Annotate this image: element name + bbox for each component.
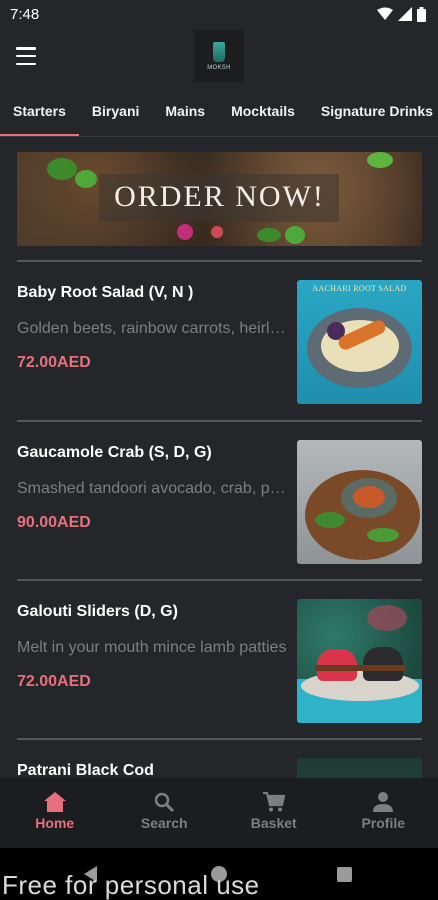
banner-text: ORDER NOW! (114, 180, 325, 213)
search-icon (155, 792, 175, 812)
nav-home[interactable]: Home (0, 778, 110, 848)
battery-icon (417, 6, 426, 22)
app-bar: MOKSH (0, 28, 438, 84)
tab-signature-drinks[interactable]: Signature Drinks (308, 88, 438, 136)
nav-label: Home (35, 815, 75, 831)
tab-starters[interactable]: Starters (0, 88, 79, 136)
tab-mains[interactable]: Mains (152, 88, 218, 136)
hamburger-menu-icon[interactable] (14, 45, 38, 67)
home-icon (43, 792, 66, 812)
order-now-banner[interactable]: ORDER NOW! (17, 152, 422, 246)
cart-icon (262, 792, 285, 812)
menu-item[interactable]: Baby Root Salad (V, N ) Golden beets, ra… (17, 260, 422, 420)
photo-label: AACHARI ROOT SALAD (312, 284, 407, 293)
item-price: 72.00AED (17, 673, 91, 690)
tab-mocktails[interactable]: Mocktails (218, 88, 308, 136)
category-tabs: Starters Biryani Mains Mocktails Signatu… (0, 88, 438, 136)
nav-search[interactable]: Search (110, 778, 220, 848)
item-description: Smashed tandoori avocado, crab, papad (17, 480, 289, 497)
item-photo (297, 599, 422, 723)
status-bar: 7:48 (0, 0, 438, 28)
bottom-nav: Home Search Basket Profile (0, 778, 438, 848)
watermark: Free for personal use (2, 870, 260, 900)
tab-biryani[interactable]: Biryani (79, 88, 152, 136)
item-price: 72.00AED (17, 354, 91, 371)
item-title: Baby Root Salad (V, N ) (17, 284, 194, 301)
item-price: 90.00AED (17, 514, 91, 531)
item-description: Melt in your mouth mince lamb patties (17, 639, 287, 656)
item-photo (297, 440, 422, 564)
nav-basket[interactable]: Basket (219, 778, 329, 848)
nav-label: Profile (361, 815, 406, 831)
nav-label: Basket (250, 815, 297, 831)
wifi-icon (377, 7, 393, 20)
recent-apps-icon[interactable] (337, 867, 352, 882)
nav-label: Search (140, 815, 188, 831)
item-title: Gaucamole Crab (S, D, G) (17, 444, 212, 461)
restaurant-logo: MOKSH (194, 30, 244, 82)
profile-icon (373, 792, 394, 812)
logo-glass-icon (213, 41, 225, 62)
tabs-divider (0, 136, 438, 137)
logo-text: MOKSH (207, 64, 231, 71)
item-title: Galouti Sliders (D, G) (17, 603, 178, 620)
status-time: 7:48 (10, 5, 40, 23)
menu-item[interactable]: Gaucamole Crab (S, D, G) Smashed tandoor… (17, 420, 422, 579)
item-description: Golden beets, rainbow carrots, heirloom … (17, 320, 289, 337)
nav-profile[interactable]: Profile (329, 778, 438, 848)
item-photo: AACHARI ROOT SALAD (297, 280, 422, 404)
status-icons (377, 6, 426, 22)
menu-item[interactable]: Galouti Sliders (D, G) Melt in your mout… (17, 579, 422, 738)
signal-icon (398, 7, 412, 21)
